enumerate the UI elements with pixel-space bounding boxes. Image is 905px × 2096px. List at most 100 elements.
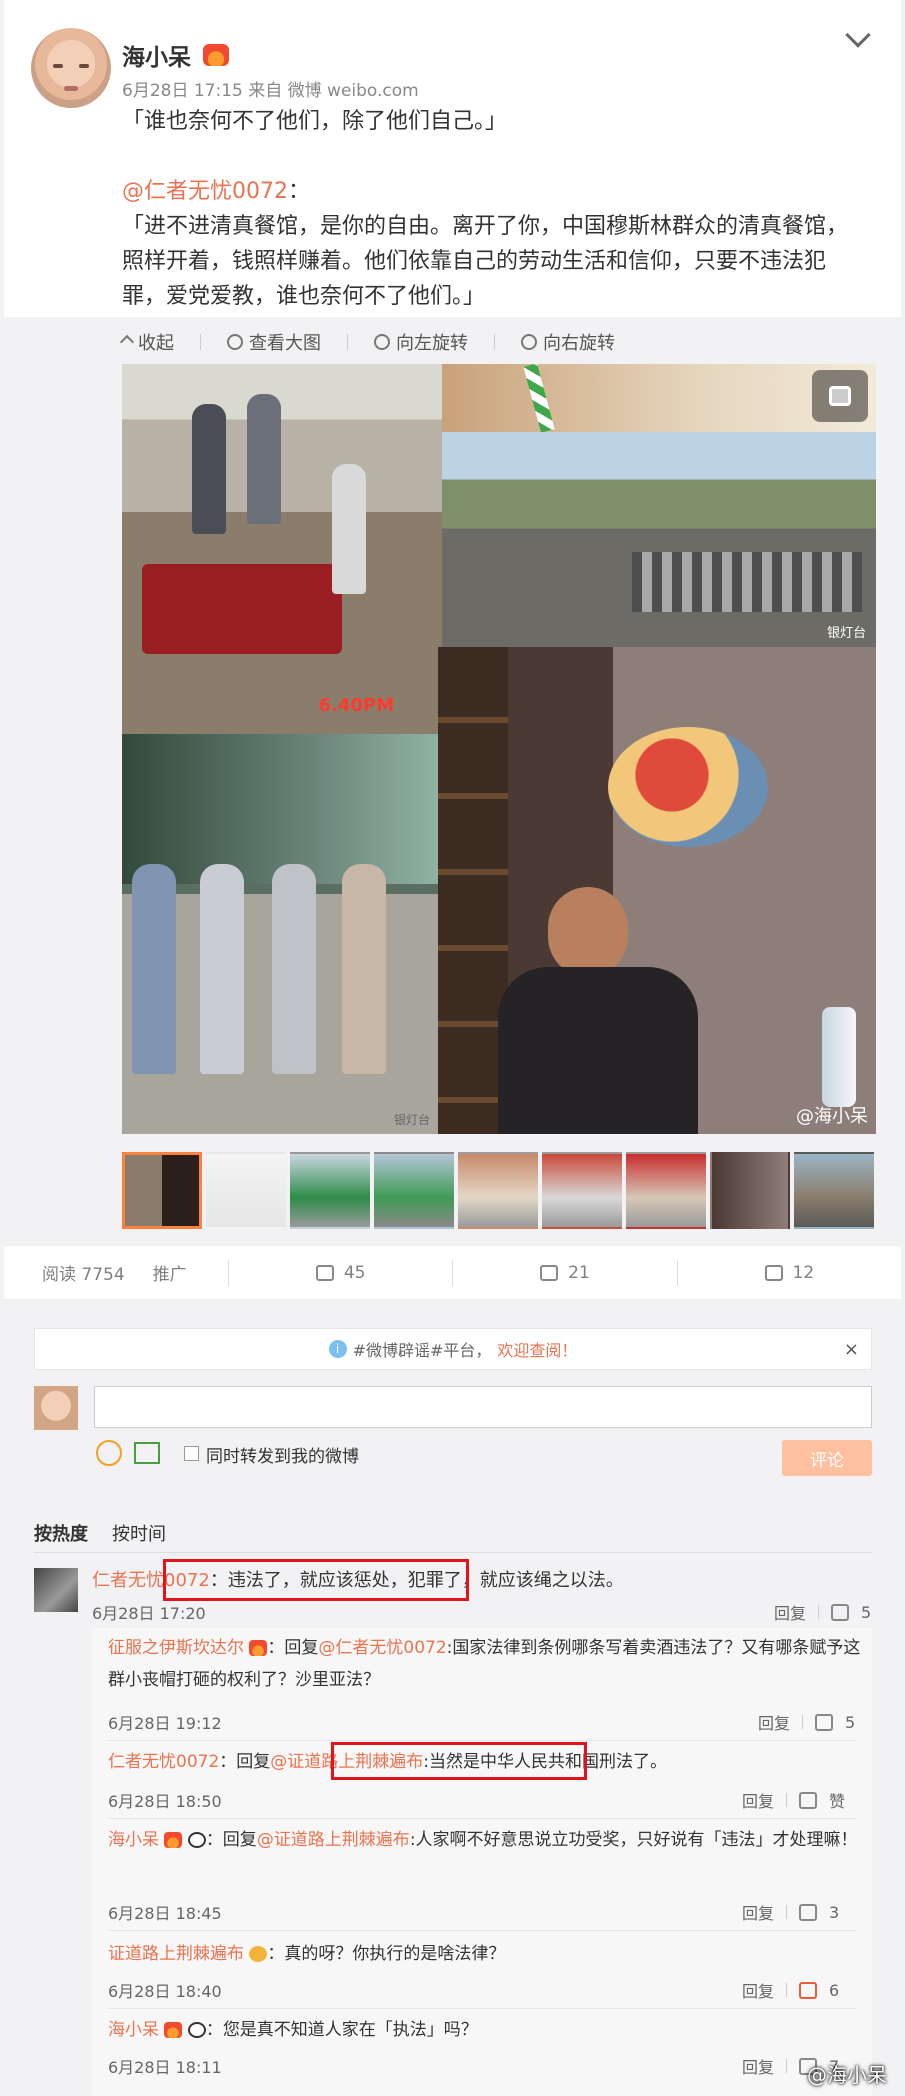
reply-author[interactable]: 征服之伊斯坎达尔	[108, 1638, 244, 1658]
thumbs-up-icon[interactable]	[799, 1981, 818, 1999]
reply-time: 6月28日 19:12	[108, 1714, 222, 1733]
thumbnail[interactable]	[458, 1152, 538, 1229]
reply-target[interactable]: @证道路上荆棘遍布	[257, 1830, 410, 1850]
reply-button[interactable]: 回复	[758, 1710, 790, 1734]
reply-button[interactable]: 回复	[774, 1600, 806, 1624]
shopfront-shape	[122, 734, 438, 884]
chevron-down-icon[interactable]	[845, 22, 871, 48]
photo-watermark: 银灯台	[826, 626, 866, 641]
photo-collage[interactable]: 6.40PM 银灯台 银灯台 @海小呆	[122, 364, 876, 1134]
share-button[interactable]: 45	[229, 1263, 452, 1283]
emoji-icon[interactable]	[96, 1440, 122, 1466]
reply-actions-divider	[786, 1983, 788, 1997]
toolbar-divider	[347, 334, 348, 350]
reply-time: 6月28日 18:50	[108, 1792, 222, 1811]
reply-list: 征服之伊斯坎达尔 ：回复@仁者无忧0072:国家法律到条例哪条写着卖酒违法了？又…	[92, 1628, 872, 2096]
highlight-box	[331, 1742, 587, 1780]
person-shape	[247, 394, 281, 524]
commenter-avatar[interactable]	[34, 1568, 78, 1612]
reply-target[interactable]: @仁者无忧0072	[318, 1638, 446, 1658]
mention-link[interactable]: @仁者无忧0072	[122, 179, 288, 204]
straw-shape	[523, 364, 555, 432]
thumbs-up-icon[interactable]	[815, 1713, 834, 1731]
close-icon[interactable]: ×	[844, 1339, 859, 1360]
thumbnail[interactable]	[290, 1152, 370, 1229]
comment-button[interactable]: 21	[453, 1263, 676, 1283]
reply-prefix: ：回复	[219, 1752, 271, 1772]
comment-like-count: 5	[861, 1602, 872, 1622]
reply-author[interactable]: 海小呆	[108, 1830, 159, 1850]
thumbnail[interactable]	[626, 1152, 706, 1229]
author-avatar[interactable]	[31, 28, 111, 108]
rotate-left-button[interactable]: 向左旋转	[374, 329, 468, 355]
vip-crown-icon	[249, 1640, 268, 1656]
thumbs-up-icon[interactable]	[799, 1791, 818, 1809]
reply-like-count: 赞	[829, 1792, 846, 1811]
reply-author[interactable]: 仁者无忧0072	[108, 1752, 219, 1772]
crowd-shape	[632, 552, 862, 612]
like-button[interactable]: 12	[678, 1263, 901, 1283]
reply-author[interactable]: 海小呆	[108, 2020, 159, 2040]
thumbnail[interactable]	[122, 1152, 202, 1229]
thumbnail-strip	[122, 1152, 874, 1229]
avatar-eye-left	[53, 64, 63, 68]
divider	[34, 1552, 872, 1553]
like-overlay-button[interactable]	[812, 370, 868, 422]
reply-prefix: ：回复	[205, 1830, 257, 1850]
thumbs-up-icon[interactable]	[831, 1603, 850, 1621]
repost-checkbox[interactable]	[184, 1446, 199, 1461]
body-shape	[498, 967, 698, 1134]
photo-truck: 6.40PM	[122, 364, 442, 734]
reply-prefix: ：	[267, 1944, 285, 1964]
tab-sort-time[interactable]: 按时间	[112, 1520, 166, 1546]
person-shape	[200, 864, 244, 1074]
reply-button[interactable]: 回复	[742, 1900, 774, 1924]
comment-count: 21	[568, 1262, 590, 1283]
tab-sort-hot[interactable]: 按热度	[34, 1520, 88, 1546]
thumbnail[interactable]	[542, 1152, 622, 1229]
rotate-left-icon	[374, 334, 390, 350]
author-name[interactable]: 海小呆	[122, 38, 229, 72]
repost-label[interactable]: 同时转发到我的微博	[206, 1442, 359, 1467]
medal-icon	[249, 1946, 268, 1962]
reply-item: 证道路上荆棘遍布 ：真的呀？你执行的是啥法律？	[108, 1938, 868, 1970]
thumbnail[interactable]	[206, 1152, 286, 1229]
reply-text: :人家啊不好意思说立功受奖，只好说有「违法」才处理嘛！	[409, 1830, 858, 1850]
reply-actions: 回复 赞	[742, 1788, 845, 1812]
comment-time: 6月28日 17:20	[92, 1604, 206, 1623]
thumbnail[interactable]	[794, 1152, 874, 1229]
submit-comment-button[interactable]: 评论	[782, 1440, 872, 1476]
reply-button[interactable]: 回复	[742, 1978, 774, 2002]
rotate-right-button[interactable]: 向右旋转	[521, 329, 615, 355]
read-count: 阅读 7754	[42, 1265, 125, 1285]
collapse-button[interactable]: 收起	[119, 329, 174, 355]
view-large-button[interactable]: 查看大图	[227, 329, 321, 355]
image-icon[interactable]	[134, 1442, 160, 1464]
person-shape	[132, 864, 176, 1074]
reply-time: 6月28日 18:40	[108, 1982, 222, 2001]
author-name-text[interactable]: 海小呆	[122, 38, 191, 72]
reply-author[interactable]: 证道路上荆棘遍布	[108, 1944, 244, 1964]
notice-link[interactable]: 欢迎查阅！	[497, 1337, 577, 1361]
thumbnail[interactable]	[374, 1152, 454, 1229]
thumbnail[interactable]	[710, 1152, 790, 1229]
toolbar-divider	[494, 334, 495, 350]
post-quote: 「谁也奈何不了他们，除了他们自己。」	[122, 109, 508, 134]
comment-actions: 回复 5	[774, 1600, 871, 1624]
post-blank-line	[122, 139, 862, 174]
bottle-shape	[822, 1007, 856, 1107]
thumbs-up-icon[interactable]	[799, 1903, 818, 1921]
like-count: 12	[792, 1262, 815, 1283]
current-user-avatar	[34, 1386, 78, 1430]
comment-input[interactable]	[94, 1386, 872, 1428]
notice-text[interactable]: #微博辟谣#平台，	[353, 1337, 492, 1361]
reply-button[interactable]: 回复	[742, 2054, 774, 2078]
reply-text: 真的呀？你执行的是啥法律？	[284, 1944, 506, 1964]
arrow-up-icon	[119, 334, 135, 350]
view-large-label: 查看大图	[249, 333, 321, 354]
person-shape	[332, 464, 366, 594]
reply-button[interactable]: 回复	[742, 1788, 774, 1812]
photo-watermark: 银灯台	[393, 1113, 430, 1127]
promote-link[interactable]: 推广	[153, 1260, 187, 1285]
panda-icon	[187, 1832, 206, 1848]
